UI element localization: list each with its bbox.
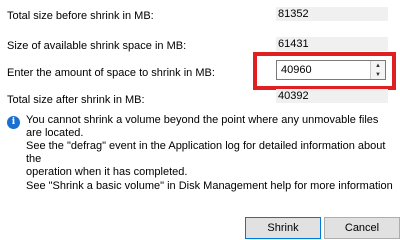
available-space-value: 61431 <box>276 37 388 51</box>
info-line-3: operation when it has completed. <box>26 166 188 178</box>
shrink-button[interactable]: Shrink <box>245 217 321 239</box>
info-line-2: See the "defrag" event in the Applicatio… <box>26 140 386 165</box>
shrink-amount-label: Enter the amount of space to shrink in M… <box>7 67 215 79</box>
total-size-value: 81352 <box>276 7 388 21</box>
help-text: See "Shrink a basic volume" in Disk Mana… <box>26 180 393 192</box>
arrow-down-icon[interactable]: ▼ <box>371 70 385 79</box>
total-after-label: Total size after shrink in MB: <box>7 94 145 106</box>
total-after-value: 40392 <box>276 89 388 103</box>
information-icon: i <box>7 116 20 129</box>
available-space-label: Size of available shrink space in MB: <box>7 40 187 52</box>
shrink-amount-spinbox[interactable]: ▲ ▼ <box>276 60 386 80</box>
shrink-amount-input[interactable] <box>279 62 373 78</box>
info-line-1: You cannot shrink a volume beyond the po… <box>26 114 379 139</box>
total-size-label: Total size before shrink in MB: <box>7 10 154 22</box>
spin-buttons: ▲ ▼ <box>370 61 385 79</box>
cancel-button[interactable]: Cancel <box>324 217 400 239</box>
info-message: You cannot shrink a volume beyond the po… <box>26 114 394 179</box>
